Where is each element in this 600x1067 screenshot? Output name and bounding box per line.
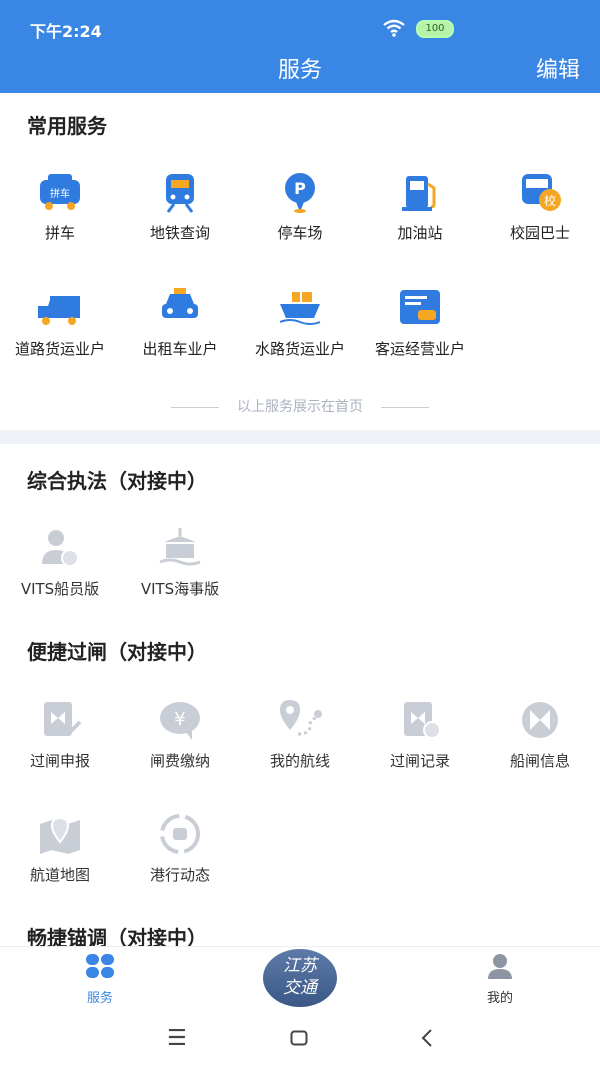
service-label: 客运经营业户	[374, 340, 465, 358]
port-dynamic-icon	[160, 814, 200, 854]
battery-icon: 100	[416, 20, 454, 38]
common-services-title: 常用服务	[27, 114, 107, 138]
clover-icon	[86, 954, 114, 978]
lock-record-icon	[404, 702, 441, 739]
section-separator	[0, 430, 600, 444]
user-icon	[488, 954, 512, 979]
logo-line1: 江苏	[283, 956, 317, 976]
service-my-route[interactable]: 我的航线	[240, 698, 360, 798]
status-bar: 下午2:24 100	[0, 0, 600, 54]
service-label: 港行动态	[149, 866, 210, 884]
svg-text:校: 校	[544, 193, 556, 208]
svg-text:P: P	[294, 179, 306, 198]
bus-card-icon	[400, 290, 440, 324]
status-time: 下午2:24	[30, 22, 102, 41]
menu-icon[interactable]: ☰	[167, 1026, 187, 1051]
system-nav-bar: ☰	[0, 1016, 600, 1067]
channel-map-icon	[40, 816, 80, 854]
parking-icon: P	[285, 173, 315, 213]
service-taxi[interactable]: 出租车业户	[120, 286, 240, 386]
service-subway[interactable]: 地铁查询	[120, 170, 240, 270]
service-carpool[interactable]: 拼车 拼车	[0, 170, 120, 270]
service-parking[interactable]: P 停车场	[240, 170, 360, 270]
truck-icon	[38, 296, 80, 325]
service-label: 地铁查询	[149, 224, 210, 242]
home-display-note: 以上服务展示在首页	[0, 396, 600, 416]
taxi-icon	[162, 288, 198, 318]
svg-text:¥: ¥	[174, 709, 185, 730]
school-bus-icon: 校	[522, 174, 561, 211]
wifi-icon	[383, 19, 405, 37]
service-channel-map[interactable]: 航道地图	[0, 812, 120, 912]
service-label: VITS海事版	[140, 580, 220, 598]
service-lock-info[interactable]: 船闸信息	[480, 698, 600, 798]
logo-line2: 交通	[283, 978, 317, 998]
crew-icon	[42, 530, 79, 567]
jiangsu-transport-logo[interactable]: 江苏 交通	[263, 949, 337, 1007]
service-label: 过闸记录	[389, 752, 450, 770]
service-road-freight[interactable]: 道路货运业户	[0, 286, 120, 386]
back-icon[interactable]	[420, 1028, 434, 1048]
service-label: 拼车	[44, 224, 75, 242]
service-label: 校园巴士	[509, 224, 570, 242]
lock-title: 便捷过闸（对接中）	[27, 640, 207, 664]
top-bar: 下午2:24 100 服务 编辑	[0, 0, 600, 93]
service-label: 闸费缴纳	[149, 752, 210, 770]
cargo-ship-icon	[279, 292, 321, 325]
service-label: VITS船员版	[20, 580, 100, 598]
service-label: 停车场	[277, 224, 323, 242]
gas-station-icon	[402, 176, 436, 211]
service-label: 我的航线	[269, 752, 330, 770]
service-school-bus[interactable]: 校 校园巴士	[480, 170, 600, 270]
nav-mine[interactable]: 我的	[440, 953, 560, 1006]
bottom-nav: 服务 江苏 交通 我的	[0, 946, 600, 1017]
service-fee-payment[interactable]: ¥ 闸费缴纳	[120, 698, 240, 798]
service-lock-report[interactable]: 过闸申报	[0, 698, 120, 798]
svg-text:拼车: 拼车	[50, 187, 70, 200]
service-label: 加油站	[397, 224, 443, 242]
service-vits-crew[interactable]: VITS船员版	[0, 526, 120, 626]
nav-mine-label: 我的	[486, 991, 513, 1006]
maritime-icon	[159, 528, 201, 566]
subway-icon	[166, 174, 194, 213]
lock-info-icon	[522, 702, 558, 738]
service-passenger-transport[interactable]: 客运经营业户	[360, 286, 480, 386]
service-label: 水路货运业户	[254, 340, 345, 358]
carpool-icon: 拼车	[40, 174, 80, 210]
route-icon	[280, 700, 322, 736]
enforcement-title: 综合执法（对接中）	[27, 469, 207, 493]
service-water-freight[interactable]: 水路货运业户	[240, 286, 360, 386]
service-port-dynamic[interactable]: 港行动态	[120, 812, 240, 912]
service-vits-maritime[interactable]: VITS海事版	[120, 526, 240, 626]
service-label: 航道地图	[29, 866, 90, 884]
service-gas-station[interactable]: 加油站	[360, 170, 480, 270]
home-icon[interactable]	[290, 1030, 308, 1046]
service-label: 船闸信息	[509, 752, 570, 770]
edit-button[interactable]: 编辑	[536, 52, 580, 84]
service-label: 道路货运业户	[14, 340, 105, 358]
page-title: 服务	[277, 58, 322, 83]
nav-service[interactable]: 服务	[40, 953, 160, 1006]
lock-report-icon	[44, 702, 82, 736]
service-lock-record[interactable]: 过闸记录	[360, 698, 480, 798]
nav-service-label: 服务	[86, 991, 113, 1006]
fee-payment-icon: ¥	[160, 702, 200, 740]
service-label: 过闸申报	[29, 752, 90, 770]
service-label: 出租车业户	[142, 340, 218, 358]
